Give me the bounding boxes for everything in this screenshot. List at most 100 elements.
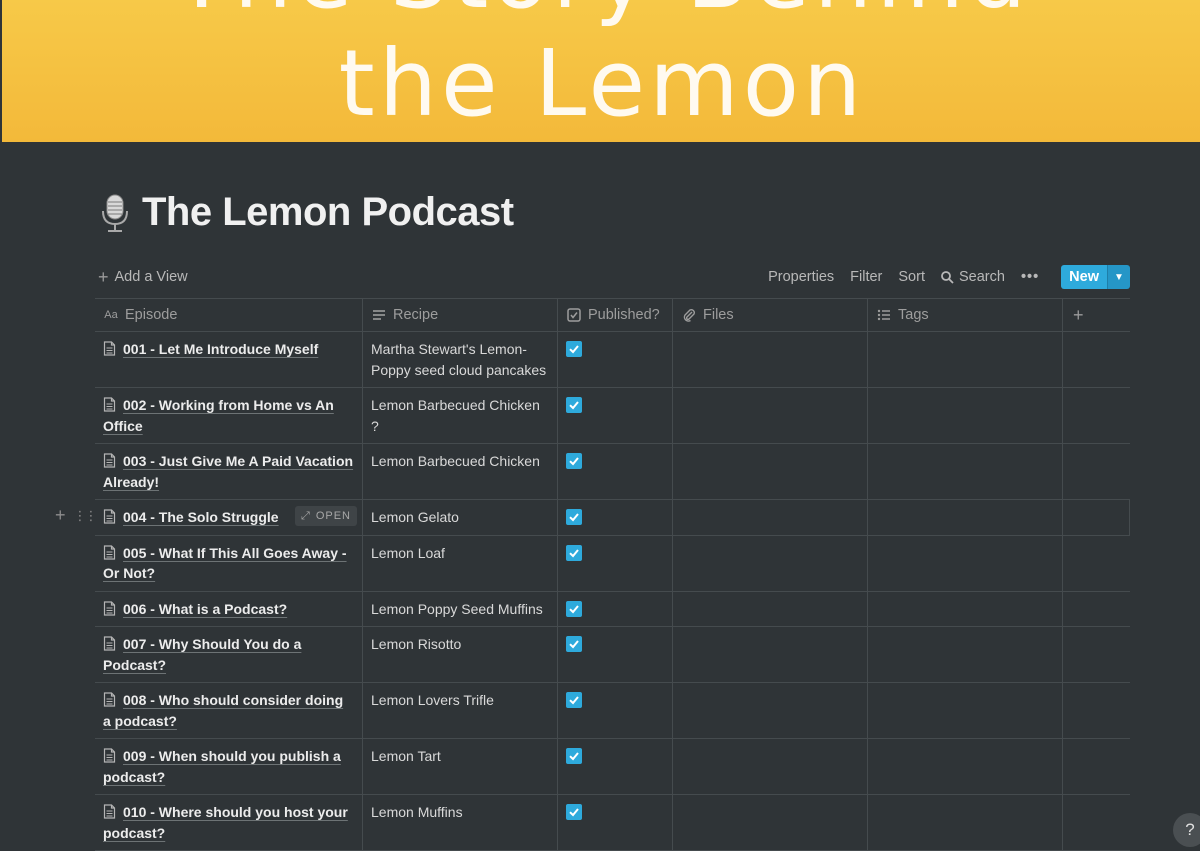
sort-button[interactable]: Sort [898,269,925,285]
episode-cell[interactable]: 005 - What If This All Goes Away - Or No… [95,535,363,591]
column-header-files[interactable]: Files [673,299,868,331]
episode-cell[interactable]: 008 - Who should consider doing a podcas… [95,683,363,738]
tags-cell[interactable] [868,627,1063,682]
microphone-icon[interactable] [98,193,132,233]
help-button[interactable]: ? [1173,813,1200,847]
published-cell[interactable] [558,388,673,443]
recipe-cell[interactable]: Lemon Tart [363,739,558,794]
recipe-cell[interactable]: Lemon Muffins [363,795,558,850]
episode-title[interactable]: 010 - Where should you host your podcast… [103,804,348,841]
tags-cell[interactable] [868,591,1063,626]
published-checkbox[interactable] [566,341,582,357]
published-cell[interactable] [558,795,673,850]
published-cell[interactable] [558,535,673,591]
properties-button[interactable]: Properties [768,269,834,285]
tags-cell[interactable] [868,444,1063,499]
published-cell[interactable] [558,591,673,626]
new-button[interactable]: New [1061,265,1107,289]
episode-title[interactable]: 001 - Let Me Introduce Myself [123,341,318,357]
published-checkbox[interactable] [566,804,582,820]
table-row[interactable]: 002 - Working from Home vs An Office Lem… [95,388,1130,444]
published-cell[interactable] [558,332,673,387]
tags-cell[interactable] [868,500,1063,535]
add-property-button[interactable]: + [1063,299,1130,331]
table-row[interactable]: 005 - What If This All Goes Away - Or No… [95,535,1130,592]
open-page-button[interactable]: ⤢ OPEN [295,506,357,526]
column-header-published[interactable]: Published? [558,299,673,331]
files-cell[interactable] [673,444,868,499]
files-cell[interactable] [673,500,868,535]
episode-cell[interactable]: 001 - Let Me Introduce Myself [95,332,363,387]
chevron-down-icon[interactable]: ▼ [1107,265,1130,289]
published-cell[interactable] [558,739,673,794]
published-checkbox[interactable] [566,692,582,708]
column-header-recipe[interactable]: Recipe [363,299,558,331]
table-row[interactable]: 007 - Why Should You do a Podcast? Lemon… [95,627,1130,683]
published-checkbox[interactable] [566,397,582,413]
episode-title[interactable]: 006 - What is a Podcast? [123,601,287,617]
recipe-cell[interactable]: Lemon Poppy Seed Muffins [363,591,558,626]
episode-cell[interactable]: 002 - Working from Home vs An Office [95,388,363,443]
published-checkbox[interactable] [566,600,582,617]
published-cell[interactable] [558,500,673,535]
table-row[interactable]: 006 - What is a Podcast? Lemon Poppy See… [95,591,1130,627]
files-cell[interactable] [673,739,868,794]
published-cell[interactable] [558,683,673,738]
drag-handle-icon[interactable]: ⋮⋮ [74,508,98,524]
episode-cell[interactable]: 010 - Where should you host your podcast… [95,795,363,850]
episode-title[interactable]: 007 - Why Should You do a Podcast? [103,636,301,673]
tags-cell[interactable] [868,332,1063,387]
recipe-cell[interactable]: Martha Stewart's Lemon-Poppy seed cloud … [363,332,558,387]
table-row[interactable]: 003 - Just Give Me A Paid Vacation Alrea… [95,444,1130,500]
episode-cell[interactable]: 007 - Why Should You do a Podcast? [95,627,363,682]
more-options-icon[interactable]: ••• [1021,269,1039,285]
episode-cell[interactable]: 009 - When should you publish a podcast? [95,739,363,794]
episode-title[interactable]: 002 - Working from Home vs An Office [103,397,334,434]
tags-cell[interactable] [868,739,1063,794]
files-cell[interactable] [673,388,868,443]
filter-button[interactable]: Filter [850,269,882,285]
published-checkbox[interactable] [566,509,582,525]
recipe-cell[interactable]: Lemon Risotto [363,627,558,682]
files-cell[interactable] [673,683,868,738]
published-cell[interactable] [558,627,673,682]
episode-title[interactable]: 003 - Just Give Me A Paid Vacation Alrea… [103,453,353,490]
tags-cell[interactable] [868,683,1063,738]
table-row[interactable]: 004 - The Solo Struggle ⤢ OPEN Lemon Gela… [55,500,1130,536]
published-checkbox[interactable] [566,544,582,561]
table-row[interactable]: 001 - Let Me Introduce Myself Martha Ste… [95,332,1130,388]
plus-icon[interactable]: + [55,505,66,526]
files-cell[interactable] [673,535,868,591]
recipe-cell[interactable]: Lemon Loaf [363,535,558,591]
table-row[interactable]: 010 - Where should you host your podcast… [95,795,1130,851]
files-cell[interactable] [673,795,868,850]
episode-title[interactable]: 008 - Who should consider doing a podcas… [103,692,343,729]
column-header-tags[interactable]: Tags [868,299,1063,331]
recipe-cell[interactable]: Lemon Lovers Trifle [363,683,558,738]
tags-cell[interactable] [868,535,1063,591]
files-cell[interactable] [673,627,868,682]
table-row[interactable]: 009 - When should you publish a podcast?… [95,739,1130,795]
episode-cell[interactable]: 003 - Just Give Me A Paid Vacation Alrea… [95,444,363,499]
search-button[interactable]: Search [941,269,1005,285]
files-cell[interactable] [673,332,868,387]
column-header-episode[interactable]: Aa Episode [95,299,363,331]
recipe-cell[interactable]: Lemon Gelato [363,500,558,535]
published-checkbox[interactable] [566,453,582,469]
episode-cell[interactable]: 004 - The Solo Struggle ⤢ OPEN [95,500,363,535]
tags-cell[interactable] [868,795,1063,850]
recipe-cell[interactable]: Lemon Barbecued Chicken [363,444,558,499]
episode-cell[interactable]: 006 - What is a Podcast? [95,591,363,626]
episode-title[interactable]: 005 - What If This All Goes Away - Or No… [103,545,347,582]
tags-cell[interactable] [868,388,1063,443]
episode-title[interactable]: 004 - The Solo Struggle [123,509,279,525]
episode-title[interactable]: 009 - When should you publish a podcast? [103,748,341,785]
published-cell[interactable] [558,444,673,499]
recipe-cell[interactable]: Lemon Barbecued Chicken ? [363,388,558,443]
published-checkbox[interactable] [566,636,582,652]
published-checkbox[interactable] [566,748,582,764]
page-title[interactable]: The Lemon Podcast [142,190,514,235]
table-row[interactable]: 008 - Who should consider doing a podcas… [95,683,1130,739]
add-view-button[interactable]: + Add a View [98,268,188,286]
files-cell[interactable] [673,591,868,626]
